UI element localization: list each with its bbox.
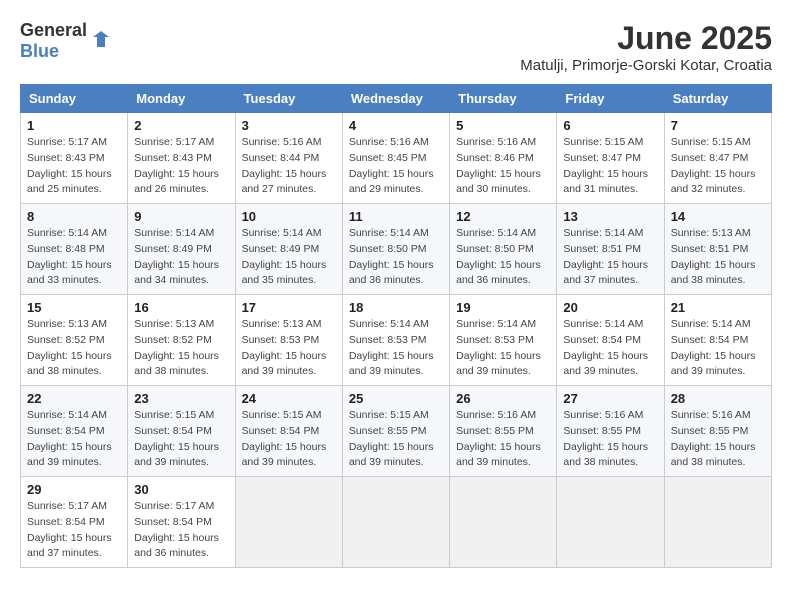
calendar: Sunday Monday Tuesday Wednesday Thursday… [20, 84, 772, 568]
day-7: 7Sunrise: 5:15 AMSunset: 8:47 PMDaylight… [664, 113, 771, 204]
day-23: 23Sunrise: 5:15 AMSunset: 8:54 PMDayligh… [128, 386, 235, 477]
logo-blue: Blue [20, 41, 59, 61]
day-1: 1Sunrise: 5:17 AMSunset: 8:43 PMDaylight… [21, 113, 128, 204]
day-27: 27Sunrise: 5:16 AMSunset: 8:55 PMDayligh… [557, 386, 664, 477]
col-friday: Friday [557, 85, 664, 113]
day-4: 4Sunrise: 5:16 AMSunset: 8:45 PMDaylight… [342, 113, 449, 204]
day-12: 12Sunrise: 5:14 AMSunset: 8:50 PMDayligh… [450, 204, 557, 295]
day-11: 11Sunrise: 5:14 AMSunset: 8:50 PMDayligh… [342, 204, 449, 295]
day-6: 6Sunrise: 5:15 AMSunset: 8:47 PMDaylight… [557, 113, 664, 204]
col-saturday: Saturday [664, 85, 771, 113]
day-16: 16Sunrise: 5:13 AMSunset: 8:52 PMDayligh… [128, 295, 235, 386]
day-14: 14Sunrise: 5:13 AMSunset: 8:51 PMDayligh… [664, 204, 771, 295]
logo-general: General [20, 20, 87, 40]
calendar-week-2: 8Sunrise: 5:14 AMSunset: 8:48 PMDaylight… [21, 204, 772, 295]
day-2: 2Sunrise: 5:17 AMSunset: 8:43 PMDaylight… [128, 113, 235, 204]
title-area: June 2025 Matulji, Primorje-Gorski Kotar… [520, 20, 772, 74]
calendar-week-3: 15Sunrise: 5:13 AMSunset: 8:52 PMDayligh… [21, 295, 772, 386]
day-8: 8Sunrise: 5:14 AMSunset: 8:48 PMDaylight… [21, 204, 128, 295]
logo: General Blue [20, 20, 113, 62]
main-title: June 2025 [520, 20, 772, 57]
calendar-week-4: 22Sunrise: 5:14 AMSunset: 8:54 PMDayligh… [21, 386, 772, 477]
subtitle: Matulji, Primorje-Gorski Kotar, Croatia [520, 57, 772, 74]
logo-icon [89, 29, 113, 53]
empty-cell [235, 477, 342, 568]
empty-cell [450, 477, 557, 568]
day-15: 15Sunrise: 5:13 AMSunset: 8:52 PMDayligh… [21, 295, 128, 386]
day-18: 18Sunrise: 5:14 AMSunset: 8:53 PMDayligh… [342, 295, 449, 386]
day-25: 25Sunrise: 5:15 AMSunset: 8:55 PMDayligh… [342, 386, 449, 477]
day-21: 21Sunrise: 5:14 AMSunset: 8:54 PMDayligh… [664, 295, 771, 386]
col-sunday: Sunday [21, 85, 128, 113]
col-thursday: Thursday [450, 85, 557, 113]
col-monday: Monday [128, 85, 235, 113]
calendar-week-5: 29Sunrise: 5:17 AMSunset: 8:54 PMDayligh… [21, 477, 772, 568]
day-28: 28Sunrise: 5:16 AMSunset: 8:55 PMDayligh… [664, 386, 771, 477]
day-26: 26Sunrise: 5:16 AMSunset: 8:55 PMDayligh… [450, 386, 557, 477]
day-17: 17Sunrise: 5:13 AMSunset: 8:53 PMDayligh… [235, 295, 342, 386]
calendar-header-row: Sunday Monday Tuesday Wednesday Thursday… [21, 85, 772, 113]
day-30: 30Sunrise: 5:17 AMSunset: 8:54 PMDayligh… [128, 477, 235, 568]
day-10: 10Sunrise: 5:14 AMSunset: 8:49 PMDayligh… [235, 204, 342, 295]
day-9: 9Sunrise: 5:14 AMSunset: 8:49 PMDaylight… [128, 204, 235, 295]
day-22: 22Sunrise: 5:14 AMSunset: 8:54 PMDayligh… [21, 386, 128, 477]
day-3: 3Sunrise: 5:16 AMSunset: 8:44 PMDaylight… [235, 113, 342, 204]
day-19: 19Sunrise: 5:14 AMSunset: 8:53 PMDayligh… [450, 295, 557, 386]
col-tuesday: Tuesday [235, 85, 342, 113]
empty-cell [664, 477, 771, 568]
logo-text: General Blue [20, 20, 87, 62]
day-13: 13Sunrise: 5:14 AMSunset: 8:51 PMDayligh… [557, 204, 664, 295]
day-20: 20Sunrise: 5:14 AMSunset: 8:54 PMDayligh… [557, 295, 664, 386]
calendar-week-1: 1Sunrise: 5:17 AMSunset: 8:43 PMDaylight… [21, 113, 772, 204]
empty-cell [557, 477, 664, 568]
day-5: 5Sunrise: 5:16 AMSunset: 8:46 PMDaylight… [450, 113, 557, 204]
col-wednesday: Wednesday [342, 85, 449, 113]
day-24: 24Sunrise: 5:15 AMSunset: 8:54 PMDayligh… [235, 386, 342, 477]
day-29: 29Sunrise: 5:17 AMSunset: 8:54 PMDayligh… [21, 477, 128, 568]
empty-cell [342, 477, 449, 568]
header: General Blue June 2025 Matulji, Primorje… [20, 20, 772, 74]
